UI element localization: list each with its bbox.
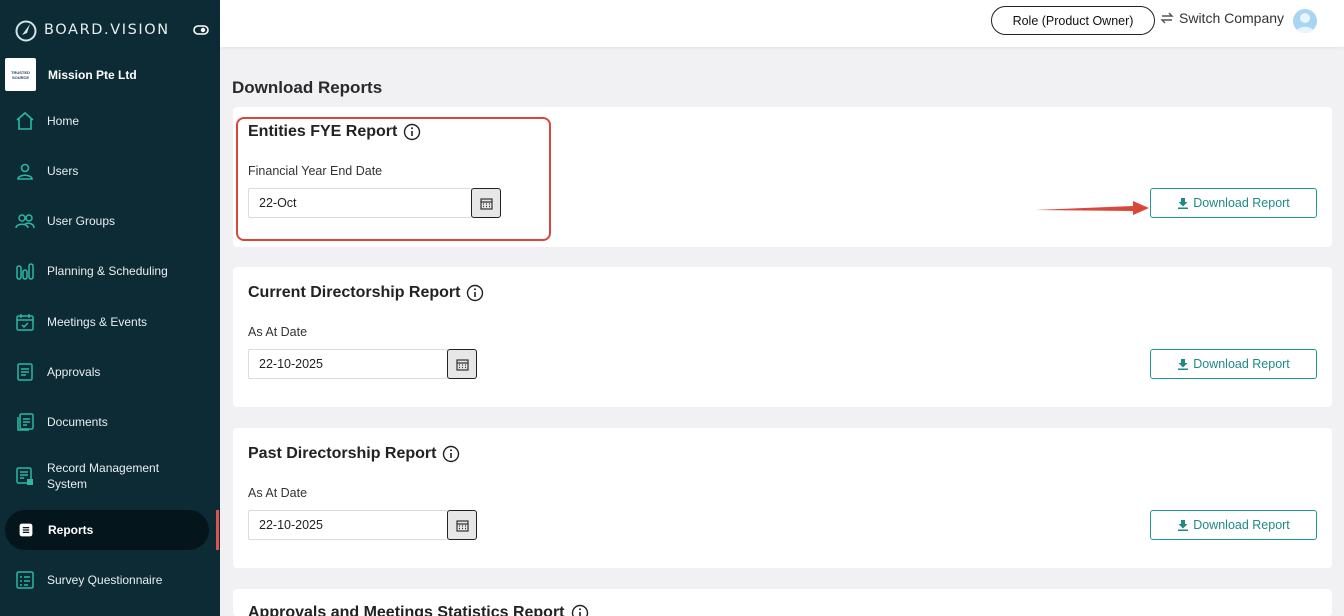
user-group-icon: [15, 214, 35, 229]
company-switcher[interactable]: TRUSTED SOURCE Mission Pte Ltd: [5, 58, 137, 91]
report-card-past-directorship: Past Directorship Report As At Date 22-1…: [233, 428, 1332, 568]
sidebar-item-home[interactable]: Home: [5, 110, 209, 132]
role-button[interactable]: Role (Product Owner): [991, 6, 1155, 35]
sidebar-item-meetings-events[interactable]: Meetings & Events: [5, 311, 209, 333]
sidebar-item-label-line2: System: [47, 477, 88, 491]
calendar-icon: [455, 358, 469, 371]
download-icon: [1178, 520, 1189, 531]
bar-chart-icon: [16, 263, 34, 280]
calendar-button[interactable]: [447, 349, 477, 379]
topbar: Role (Product Owner) Switch Company: [220, 0, 1344, 47]
company-logo: TRUSTED SOURCE: [5, 58, 36, 91]
brand-logo[interactable]: BOARD.VISION: [14, 16, 170, 44]
sidebar-item-record-management[interactable]: Record Management System: [5, 459, 209, 493]
download-icon: [1178, 359, 1189, 370]
survey-icon: [16, 571, 34, 589]
download-icon: [1178, 198, 1189, 209]
calendar-button[interactable]: [447, 510, 477, 540]
reports-icon: [19, 523, 33, 537]
info-icon[interactable]: [442, 445, 460, 463]
home-icon: [16, 111, 34, 130]
brand-name: BOARD.VISION: [44, 22, 170, 38]
info-icon[interactable]: [571, 604, 589, 616]
past-directorship-date-input[interactable]: 22-10-2025: [248, 510, 448, 540]
download-report-button[interactable]: Download Report: [1150, 188, 1317, 218]
sidebar-toggle-icon[interactable]: [193, 24, 209, 36]
report-card-current-directorship: Current Directorship Report As At Date 2…: [233, 267, 1332, 407]
sidebar-item-planning-scheduling[interactable]: Planning & Scheduling: [5, 260, 209, 282]
report-title: Current Directorship Report: [248, 284, 461, 301]
documents-icon: [17, 413, 34, 431]
company-name: Mission Pte Ltd: [48, 67, 137, 82]
field-label: As At Date: [248, 486, 308, 500]
annotation-highlight-box: [236, 117, 551, 241]
user-avatar-icon: [1295, 13, 1315, 33]
annotation-arrow-icon: [1035, 201, 1149, 215]
switch-company-label: Switch Company: [1179, 10, 1285, 26]
sidebar-item-approvals[interactable]: Approvals: [5, 361, 209, 383]
current-directorship-date-input[interactable]: 22-10-2025: [248, 349, 448, 379]
sidebar-item-reports[interactable]: Reports: [5, 510, 209, 550]
sidebar-item-user-groups[interactable]: User Groups: [5, 210, 209, 232]
field-label: As At Date: [248, 325, 308, 339]
download-report-button[interactable]: Download Report: [1150, 349, 1317, 379]
sidebar-item-users[interactable]: Users: [5, 160, 209, 182]
download-report-button[interactable]: Download Report: [1150, 510, 1317, 540]
report-title: Past Directorship Report: [248, 445, 437, 462]
swap-icon: [1160, 12, 1174, 24]
info-icon[interactable]: [466, 284, 484, 302]
calendar-icon: [455, 519, 469, 532]
active-nav-marker: [216, 510, 219, 550]
calendar-check-icon: [16, 314, 34, 331]
document-check-icon: [17, 363, 33, 381]
switch-company-link[interactable]: Switch Company: [1160, 10, 1284, 26]
avatar[interactable]: [1293, 9, 1317, 33]
record-icon: [16, 467, 33, 485]
user-icon: [17, 163, 33, 180]
sidebar: BOARD.VISION TRUSTED SOURCE Mission Pte …: [0, 0, 220, 616]
sidebar-item-label-line1: Record Management: [47, 461, 160, 475]
report-card-approvals-meetings-statistics: Approvals and Meetings Statistics Report: [233, 589, 1332, 616]
sidebar-item-survey[interactable]: Survey Questionnaire: [5, 569, 209, 591]
board-vision-logo-icon: [15, 20, 37, 42]
page-title: Download Reports: [232, 78, 383, 97]
report-title: Approvals and Meetings Statistics Report: [248, 604, 565, 616]
sidebar-item-documents[interactable]: Documents: [5, 411, 209, 433]
